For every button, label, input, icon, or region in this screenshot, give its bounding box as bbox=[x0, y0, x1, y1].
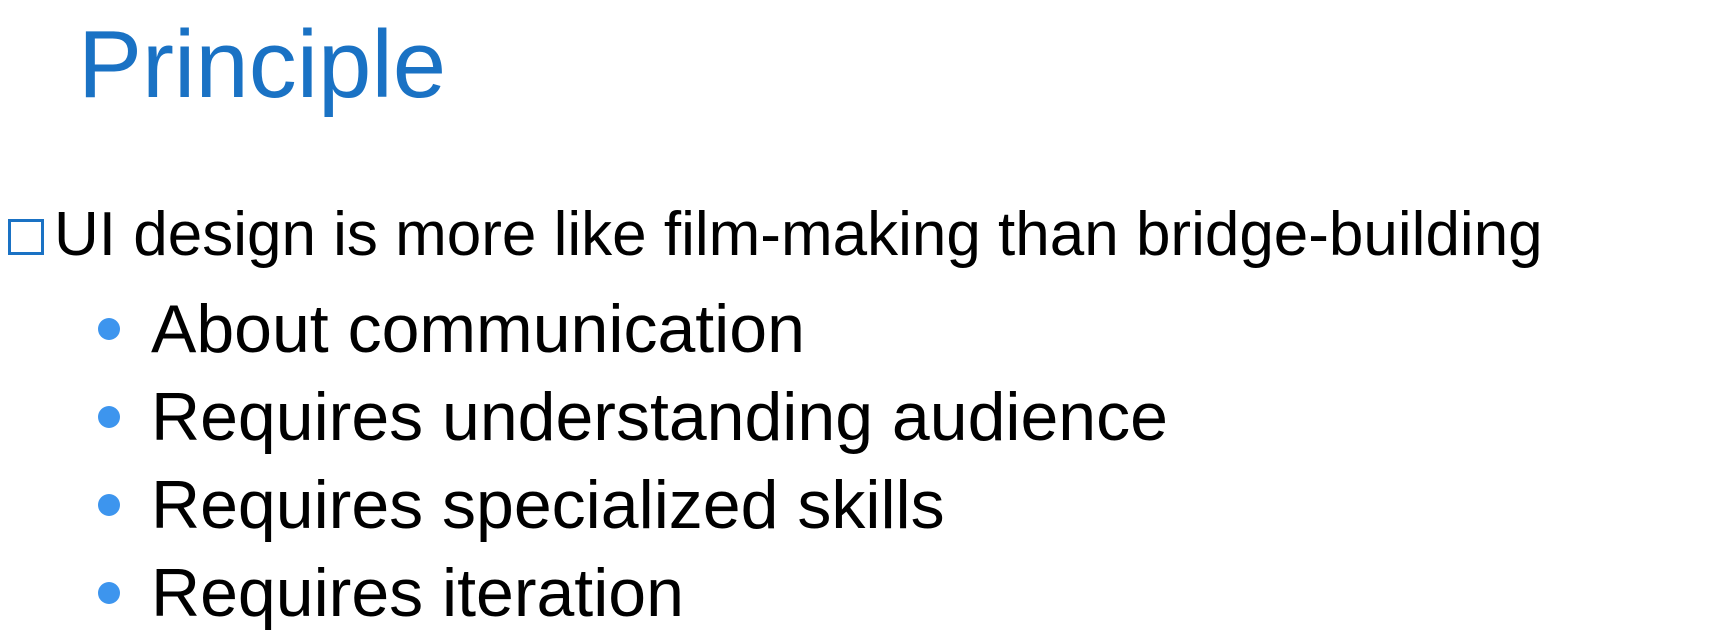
sub-bullet-list: About communication Requires understandi… bbox=[98, 285, 1168, 637]
square-bullet-icon bbox=[8, 219, 44, 255]
sub-bullet-text: Requires understanding audience bbox=[151, 379, 1168, 455]
main-bullet: UI design is more like film-making than … bbox=[8, 200, 1543, 270]
sub-bullet-text: Requires specialized skills bbox=[151, 467, 945, 543]
sub-bullet-item: Requires specialized skills bbox=[98, 461, 1168, 549]
sub-bullet-item: Requires iteration bbox=[98, 549, 1168, 637]
sub-bullet-text: Requires iteration bbox=[151, 555, 684, 631]
sub-bullet-text: About communication bbox=[151, 291, 805, 367]
dot-bullet-icon bbox=[98, 582, 120, 604]
sub-bullet-item: About communication bbox=[98, 285, 1168, 373]
slide-title: Principle bbox=[78, 11, 447, 118]
main-bullet-text: UI design is more like film-making than … bbox=[54, 200, 1543, 269]
dot-bullet-icon bbox=[98, 318, 120, 340]
dot-bullet-icon bbox=[98, 406, 120, 428]
slide: Principle UI design is more like film-ma… bbox=[0, 0, 1732, 631]
sub-bullet-item: Requires understanding audience bbox=[98, 373, 1168, 461]
dot-bullet-icon bbox=[98, 494, 120, 516]
